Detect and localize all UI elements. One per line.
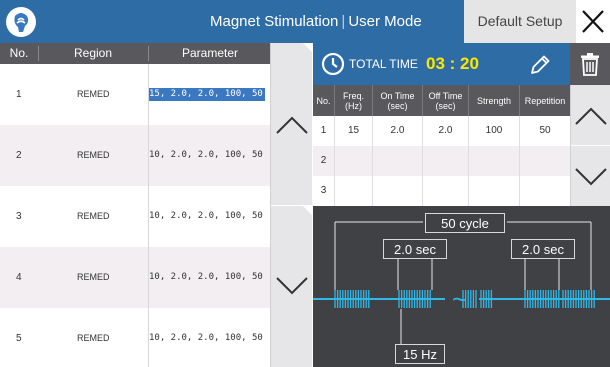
row-number: 1	[16, 89, 22, 100]
default-setup-button[interactable]: Default Setup	[464, 0, 576, 43]
chevron-up-icon	[276, 116, 308, 134]
chevron-up-icon	[575, 107, 607, 125]
clock-icon	[321, 52, 345, 76]
cell-divider	[422, 176, 423, 206]
row-parameter: 10, 2.0, 2.0, 100, 50	[149, 333, 263, 343]
title-bar: Magnet Stimulation | User Mode Default Set…	[0, 0, 610, 43]
parameter-row[interactable]: 2	[313, 146, 570, 176]
column-header-no: No.	[316, 95, 331, 106]
total-time-label: TOTAL TIME	[349, 57, 418, 71]
row-number: 4	[16, 272, 22, 283]
row-region: REMED	[77, 89, 110, 99]
scroll-divider	[571, 145, 610, 146]
panel-corner	[303, 206, 312, 215]
table-row[interactable]: 4 REMED 10, 2.0, 2.0, 100, 50	[0, 247, 270, 308]
table-row[interactable]: 1 REMED 15, 2.0, 2.0, 100, 50	[0, 64, 270, 125]
scroll-up-button[interactable]	[271, 105, 313, 145]
column-header-off-time: Off Time (sec)	[428, 90, 463, 111]
table-row[interactable]: 5 REMED 10, 2.0, 2.0, 100, 50	[0, 308, 270, 367]
title-separator: |	[341, 13, 346, 30]
row-number: 2	[16, 150, 22, 161]
row-number: 3	[16, 211, 22, 222]
cell-divider	[468, 146, 469, 176]
off-time-label: 2.0 sec	[511, 239, 575, 259]
column-header-on-time: On Time (sec)	[380, 90, 415, 111]
scroll-down-button[interactable]	[271, 265, 313, 305]
total-time-bar: TOTAL TIME 03 : 20	[313, 43, 610, 85]
row-region: REMED	[77, 333, 110, 343]
parameter-row[interactable]: 3	[313, 176, 570, 206]
column-header-freq: Freq. (Hz)	[342, 90, 364, 111]
window-title: Magnet Stimulation | User Mode	[210, 0, 422, 43]
column-header-strength: Strength	[476, 95, 512, 106]
row-region: REMED	[77, 150, 110, 160]
param-strength: 100	[485, 125, 503, 136]
frequency-label: 15 Hz	[395, 344, 445, 364]
param-no: 2	[320, 155, 327, 166]
row-parameter-selected: 15, 2.0, 2.0, 100, 50	[149, 88, 265, 101]
region-list-scroll-column	[270, 43, 313, 367]
row-region: REMED	[77, 211, 110, 221]
chevron-down-icon	[276, 277, 308, 295]
panel-corner	[303, 43, 312, 52]
column-header-no: No.	[9, 46, 29, 60]
edit-button[interactable]	[527, 52, 553, 78]
close-button[interactable]	[576, 0, 610, 43]
column-header-repetition: Repetition	[524, 95, 566, 106]
region-table-header: No. Region Parameter	[0, 43, 270, 64]
brand-logo-icon	[6, 7, 36, 37]
cell-divider	[334, 146, 335, 176]
gap-symbol: ~	[452, 284, 468, 314]
total-time-value: 03 : 20	[426, 54, 479, 73]
column-divider	[148, 46, 149, 61]
trash-icon	[581, 53, 599, 76]
parameter-scroll-column	[570, 85, 610, 206]
pencil-icon	[531, 55, 550, 74]
on-time-label: 2.0 sec	[383, 239, 447, 259]
cell-divider	[468, 176, 469, 206]
row-parameter: 10, 2.0, 2.0, 100, 50	[149, 211, 263, 221]
param-scroll-up-button[interactable]	[571, 96, 610, 136]
cell-divider	[372, 176, 373, 206]
parameter-row[interactable]: 1 15 2.0 2.0 100 50	[313, 116, 570, 146]
column-header-region: Region	[73, 46, 113, 60]
waveform-diagram: 50 cycle 2.0 sec 2.0 sec ~ 15 Hz	[313, 206, 610, 367]
parameter-table-header: No. Freq. (Hz) On Time (sec) Off Time (s…	[313, 85, 570, 116]
param-freq: 15	[347, 125, 360, 136]
param-scroll-down-button[interactable]	[571, 157, 610, 197]
row-parameter: 10, 2.0, 2.0, 100, 50	[149, 272, 263, 282]
param-no: 1	[320, 125, 327, 136]
cell-divider	[372, 146, 373, 176]
param-repetition: 50	[539, 125, 551, 136]
row-region: REMED	[77, 272, 110, 282]
row-number: 5	[16, 333, 22, 344]
cell-divider	[519, 146, 520, 176]
param-no: 3	[320, 185, 327, 196]
param-on-time: 2.0	[390, 125, 405, 136]
row-parameter: 10, 2.0, 2.0, 100, 50	[149, 150, 263, 160]
cell-divider	[519, 176, 520, 206]
chevron-down-icon	[575, 168, 607, 186]
app-name: Magnet Stimulation	[210, 13, 339, 30]
column-header-parameter: Parameter	[181, 46, 239, 60]
param-off-time: 2.0	[438, 125, 453, 136]
delete-button[interactable]	[570, 43, 610, 85]
cell-divider	[334, 176, 335, 206]
cell-divider	[422, 146, 423, 176]
close-icon	[582, 10, 604, 33]
table-row[interactable]: 2 REMED 10, 2.0, 2.0, 100, 50	[0, 125, 270, 186]
cycle-count-label: 50 cycle	[425, 213, 505, 233]
mode-label: User Mode	[348, 13, 422, 30]
table-row[interactable]: 3 REMED 10, 2.0, 2.0, 100, 50	[0, 186, 270, 247]
